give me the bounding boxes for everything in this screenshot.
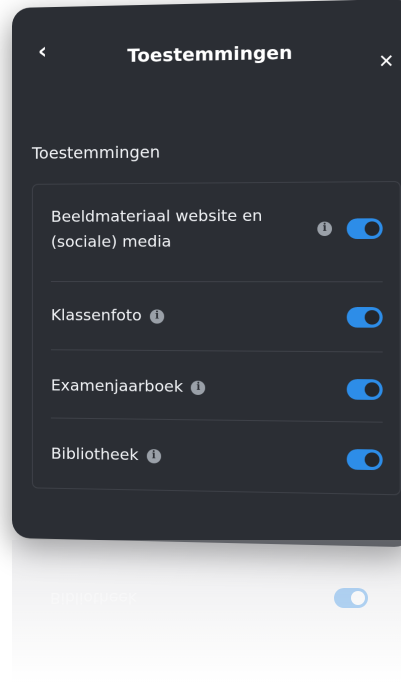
permission-row-bibliotheek: Bibliotheek i <box>51 442 383 473</box>
info-icon[interactable]: i <box>146 448 161 463</box>
screen: ‹ Toestemmingen ✕ Toestemmingen Beeldmat… <box>0 0 401 683</box>
permission-row-beeldmateriaal: Beeldmateriaal website en (sociale) medi… <box>51 203 383 255</box>
toggle-knob <box>364 451 380 467</box>
permission-label: Beeldmateriaal website en (sociale) medi… <box>50 206 263 251</box>
info-icon[interactable]: i <box>317 221 333 237</box>
toggle-knob <box>364 309 380 325</box>
header: ‹ Toestemmingen ✕ <box>12 0 401 108</box>
toggle-knob <box>364 381 380 397</box>
divider <box>50 349 383 353</box>
toggle-examenjaarboek[interactable] <box>346 378 383 400</box>
page-title: Toestemmingen <box>127 42 293 67</box>
toggle-klassenfoto[interactable] <box>346 306 383 328</box>
permissions-card: Beeldmateriaal website en (sociale) medi… <box>31 180 401 496</box>
permission-label: Examenjaarboek <box>50 376 184 396</box>
reflection-row: Bibliotheek <box>50 588 368 608</box>
permission-label: Klassenfoto <box>50 306 142 325</box>
permissions-panel: ‹ Toestemmingen ✕ Toestemmingen Beeldmat… <box>12 0 401 548</box>
panel-reflection: Bibliotheek <box>12 540 401 683</box>
info-icon[interactable]: i <box>149 308 165 324</box>
permission-row-klassenfoto: Klassenfoto i <box>51 303 383 330</box>
permission-row-examenjaarboek: Examenjaarboek i <box>51 373 383 402</box>
close-icon[interactable]: ✕ <box>378 51 394 73</box>
section-title: Toestemmingen <box>31 142 161 163</box>
info-icon[interactable]: i <box>191 380 206 395</box>
divider <box>50 417 383 423</box>
reflection-label: Bibliotheek <box>50 589 137 607</box>
reflection-toggle <box>334 588 368 608</box>
toggle-knob <box>364 221 380 236</box>
toggle-bibliotheek[interactable] <box>346 448 383 470</box>
permission-label: Bibliotheek <box>50 444 139 465</box>
toggle-beeldmateriaal[interactable] <box>346 218 383 240</box>
divider <box>50 281 383 283</box>
